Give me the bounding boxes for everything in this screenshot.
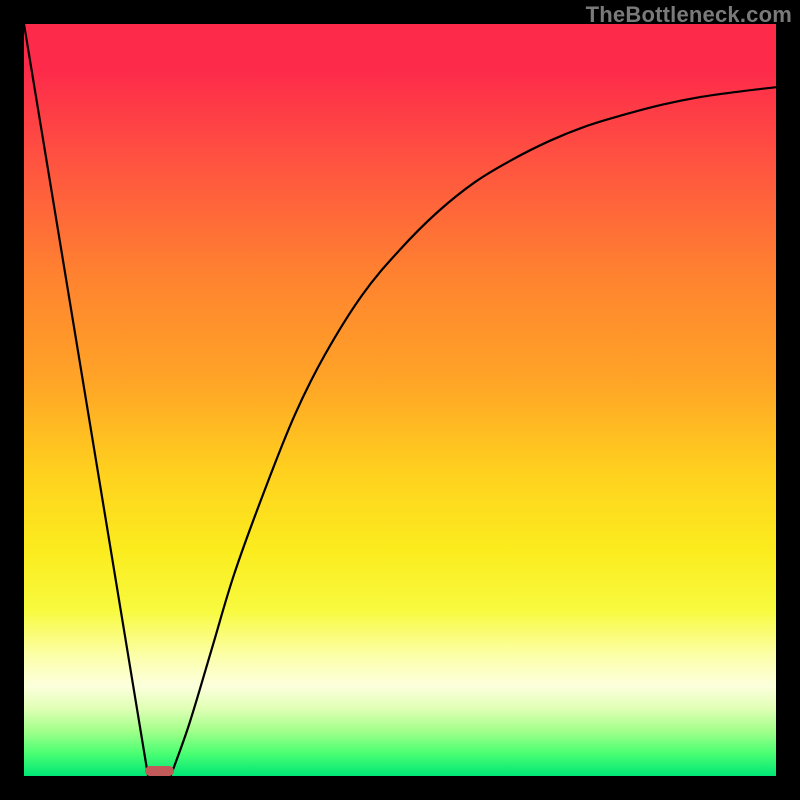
right-curve-path — [171, 87, 776, 776]
left-line-path — [24, 24, 148, 776]
chart-frame: TheBottleneck.com — [0, 0, 800, 800]
plot-area — [24, 24, 776, 776]
min-point-marker — [145, 766, 174, 776]
watermark-text: TheBottleneck.com — [586, 2, 792, 28]
chart-lines — [24, 24, 776, 776]
